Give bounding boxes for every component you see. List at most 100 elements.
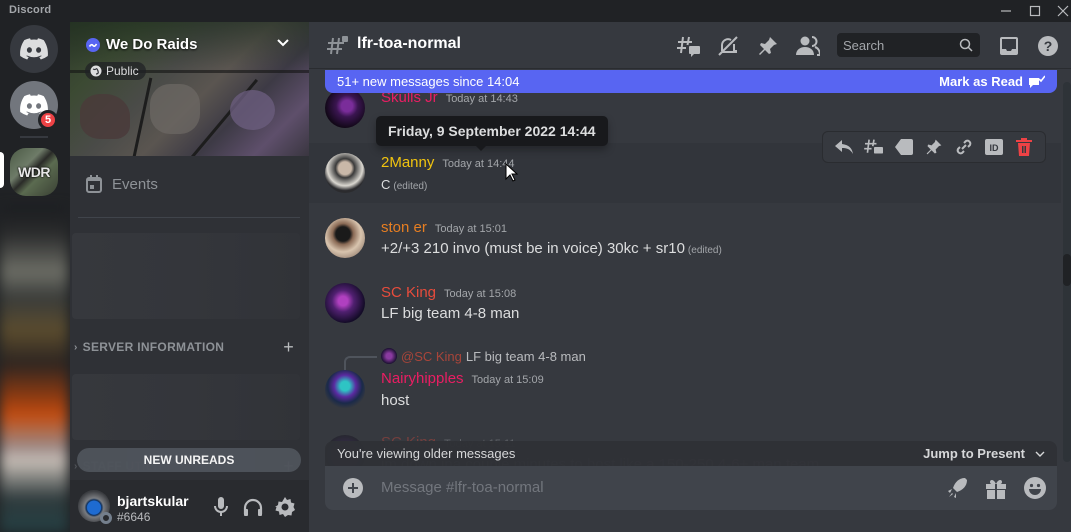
svg-text:?: ? (1044, 38, 1053, 54)
gear-icon (275, 497, 295, 517)
pin-icon (759, 37, 777, 55)
calendar-icon (86, 175, 102, 193)
sidebar-divider (78, 217, 300, 218)
notification-settings-button[interactable] (716, 34, 740, 58)
message-timestamp[interactable]: Today at 15:01 (435, 223, 507, 235)
maximize-button[interactable] (1021, 0, 1049, 22)
boost-button[interactable] (945, 476, 969, 500)
message-input[interactable]: Message #lfr-toa-normal (381, 479, 544, 496)
channel-header: lfr-toa-normal Search ? (309, 22, 1071, 69)
pinned-messages-button[interactable] (756, 34, 780, 58)
timestamp-tooltip: Friday, 9 September 2022 14:44 (376, 116, 608, 151)
add-channel-icon[interactable]: + (283, 337, 294, 358)
status-indicator (100, 512, 112, 524)
delete-message-button[interactable] (1012, 135, 1036, 159)
avatar[interactable] (325, 88, 365, 128)
gift-button[interactable] (984, 476, 1008, 500)
mention-badge: 5 (38, 110, 58, 130)
threads-button[interactable] (677, 34, 701, 58)
members-icon (796, 36, 820, 56)
avatar[interactable] (325, 370, 365, 410)
message-timestamp[interactable]: Today at 14:44 (442, 158, 514, 170)
copy-link-button[interactable] (952, 135, 976, 159)
new-messages-bar[interactable]: 51+ new messages since 14:04 Mark as Rea… (325, 70, 1057, 93)
public-badge: Public (85, 62, 146, 80)
id-icon: ID (985, 139, 1003, 155)
member-list-button[interactable] (796, 34, 820, 58)
selected-pill (0, 152, 4, 188)
deafen-button[interactable] (242, 496, 264, 518)
new-unreads-button[interactable]: NEW UNREADS (77, 448, 301, 472)
message-content: host (381, 392, 410, 409)
minimize-button[interactable] (992, 0, 1020, 22)
copy-id-button[interactable]: ID (982, 135, 1006, 159)
reply-reference[interactable]: @SC King LF big team 4-8 man (381, 348, 586, 364)
inbox-icon (1000, 37, 1018, 55)
server-name: We Do Raids (106, 36, 198, 53)
mute-button[interactable] (210, 496, 232, 518)
gift-icon (986, 479, 1006, 499)
message-composer[interactable]: Message #lfr-toa-normal (325, 466, 1057, 510)
create-thread-button[interactable] (862, 135, 886, 159)
jump-to-present-button[interactable]: Jump to Present (923, 446, 1045, 461)
server-header[interactable]: We Do Raids (86, 36, 197, 53)
server-icon-discord[interactable]: 5 (10, 81, 58, 130)
blurred-server-icons (0, 207, 68, 532)
message-actions-toolbar: ID (822, 131, 1046, 163)
scrollbar-thumb[interactable] (1063, 254, 1071, 286)
reply-preview: LF big team 4-8 man (465, 348, 586, 364)
chevron-right-icon: › (74, 341, 78, 353)
inbox-button[interactable] (997, 34, 1021, 58)
edited-label: (edited) (393, 181, 428, 192)
reply-spine (344, 356, 377, 370)
threads-icon (677, 36, 700, 57)
pin-icon (926, 139, 942, 155)
username: bjartskular (117, 493, 189, 509)
message-author[interactable]: Nairyhipples (381, 370, 464, 387)
emoji-button[interactable] (1023, 476, 1047, 500)
avatar[interactable] (325, 153, 365, 193)
server-icon-we-do-raids[interactable]: WDR (10, 148, 58, 196)
blurred-channel-list (72, 233, 300, 319)
rocket-icon (948, 478, 967, 498)
server-list: 5 WDR (0, 22, 70, 532)
message-author[interactable]: SC King (381, 284, 436, 301)
partner-badge-icon (86, 37, 100, 52)
locked-channel-hash-icon (327, 36, 348, 55)
message-timestamp[interactable]: Today at 14:43 (446, 93, 518, 105)
search-icon (959, 38, 973, 52)
reply-button[interactable] (832, 135, 856, 159)
user-settings-button[interactable] (274, 496, 296, 518)
message-author[interactable]: 2Manny (381, 154, 434, 171)
help-button[interactable]: ? (1036, 34, 1060, 58)
upload-button[interactable] (341, 476, 365, 500)
events-item[interactable]: Events (86, 175, 158, 193)
chevron-down-icon[interactable] (277, 39, 289, 47)
svg-text:ID: ID (990, 143, 1000, 153)
minimize-icon (1001, 10, 1011, 12)
chat-area: lfr-toa-normal Search ? Skulls Jr Today … (309, 22, 1071, 532)
headphones-icon (243, 498, 263, 516)
reply-mention[interactable]: @SC King (401, 349, 462, 364)
close-button[interactable] (1049, 0, 1071, 22)
help-icon: ? (1038, 36, 1058, 56)
message-author[interactable]: ston er (381, 219, 427, 236)
globe-icon (90, 65, 102, 77)
category-server-information[interactable]: › SERVER INFORMATION + (74, 337, 294, 357)
mark-unread-button[interactable] (892, 135, 916, 159)
pin-message-button[interactable] (922, 135, 946, 159)
message-timestamp[interactable]: Today at 15:08 (444, 288, 516, 300)
maximize-icon (1029, 5, 1041, 17)
avatar[interactable] (325, 218, 365, 258)
older-messages-text: You're viewing older messages (337, 446, 516, 461)
avatar[interactable] (325, 283, 365, 323)
mark-as-read-button[interactable]: Mark as Read (939, 74, 1045, 89)
home-button[interactable] (10, 25, 58, 73)
message-timestamp[interactable]: Today at 15:09 (472, 374, 544, 386)
app-title: Discord (9, 4, 52, 16)
trash-icon (1016, 138, 1032, 156)
microphone-icon (214, 497, 228, 516)
discord-logo-icon (20, 38, 48, 60)
plus-circle-icon (343, 478, 363, 498)
search-input[interactable]: Search (837, 33, 980, 57)
